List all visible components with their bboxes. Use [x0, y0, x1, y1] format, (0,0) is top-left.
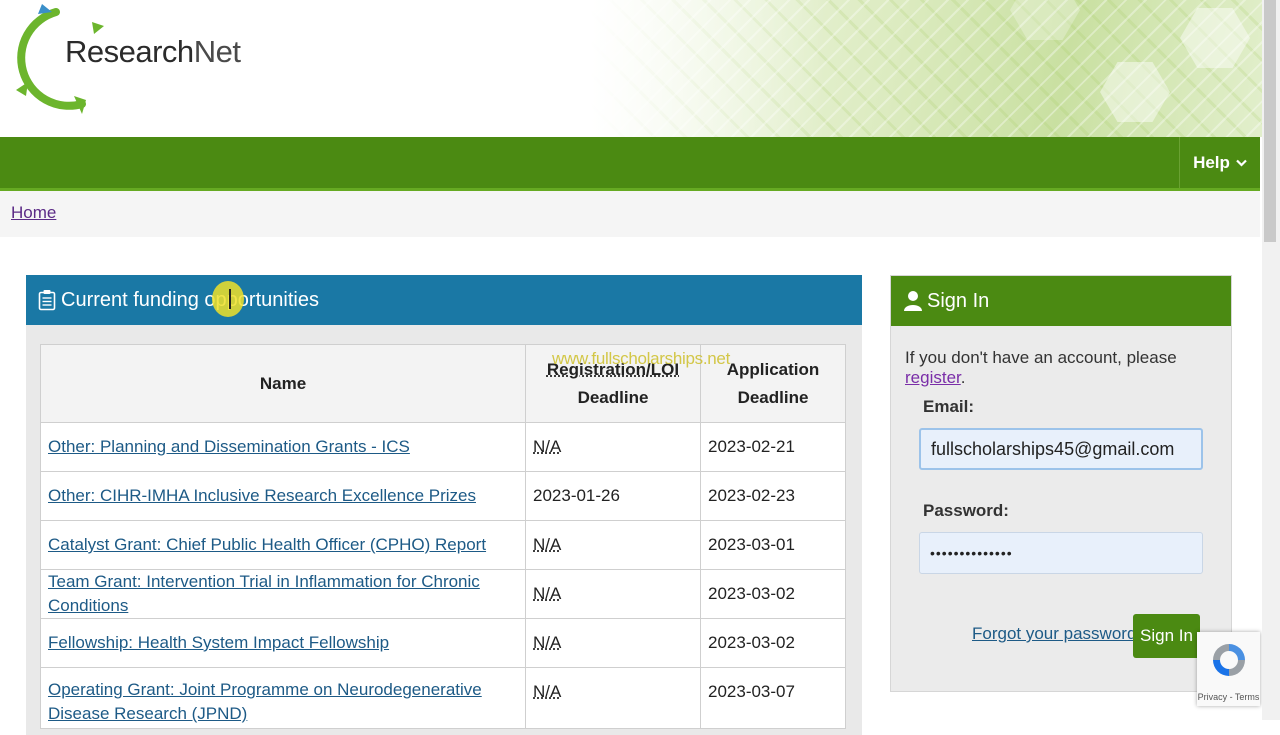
- grant-name-cell: Catalyst Grant: Chief Public Health Offi…: [40, 520, 526, 570]
- recaptcha-icon: [1213, 644, 1245, 676]
- register-link[interactable]: register: [905, 368, 961, 387]
- application-header-line2: Deadline: [737, 387, 809, 407]
- registration-deadline-cell: N/A: [525, 520, 701, 570]
- application-deadline-cell: 2023-03-07: [700, 667, 846, 729]
- password-field[interactable]: ••••••••••••••: [919, 532, 1203, 574]
- table-row: Team Grant: Intervention Trial in Inflam…: [40, 569, 846, 619]
- application-deadline-cell: 2023-02-23: [700, 471, 846, 521]
- column-header-application-deadline[interactable]: Application Deadline: [700, 344, 846, 423]
- funding-panel-header: Current funding opportunities: [26, 275, 862, 325]
- table-header-row: Name Registration/LOI Deadline Applicati…: [40, 344, 846, 423]
- funding-panel-title: Current funding opportunities: [61, 288, 319, 311]
- application-deadline-cell: 2023-03-02: [700, 618, 846, 668]
- registration-deadline: N/A: [533, 633, 562, 652]
- grant-name-cell: Fellowship: Health System Impact Fellows…: [40, 618, 526, 668]
- logo-text-research: Research: [65, 34, 194, 69]
- application-deadline-cell: 2023-03-01: [700, 520, 846, 570]
- registration-header-line2: Deadline: [577, 387, 649, 407]
- forgot-password-link[interactable]: Forgot your password?: [972, 624, 1146, 644]
- registration-header-line1: Registration/LOI: [546, 359, 680, 379]
- user-icon: [904, 291, 922, 311]
- table-row: Other: CIHR-IMHA Inclusive Research Exce…: [40, 471, 846, 521]
- grant-link[interactable]: Team Grant: Intervention Trial in Inflam…: [48, 572, 480, 615]
- grant-link[interactable]: Operating Grant: Joint Programme on Neur…: [48, 680, 482, 723]
- funding-table: Name Registration/LOI Deadline Applicati…: [40, 344, 846, 729]
- table-row: Operating Grant: Joint Programme on Neur…: [40, 667, 846, 729]
- registration-deadline-cell: N/A: [525, 667, 701, 729]
- clipboard-icon: [38, 290, 56, 311]
- header-banner-image: [590, 0, 1262, 137]
- sign-in-title: Sign In: [927, 289, 990, 312]
- grant-name-cell: Other: CIHR-IMHA Inclusive Research Exce…: [40, 471, 526, 521]
- registration-deadline: 2023-01-26: [533, 486, 620, 505]
- grant-name-cell: Operating Grant: Joint Programme on Neur…: [40, 667, 526, 729]
- application-header-line1: Application: [726, 359, 820, 379]
- sign-in-panel: Sign In If you don't have an account, pl…: [890, 275, 1232, 692]
- email-label: Email:: [923, 397, 975, 416]
- cursor-highlight: [212, 281, 244, 317]
- registration-deadline: N/A: [533, 682, 562, 701]
- main-nav-bar: Help: [0, 137, 1260, 191]
- registration-deadline: N/A: [533, 535, 562, 554]
- registration-deadline: N/A: [533, 584, 562, 603]
- password-label: Password:: [923, 501, 1009, 520]
- column-header-registration-deadline[interactable]: Registration/LOI Deadline: [525, 344, 701, 423]
- column-header-name[interactable]: Name: [40, 344, 526, 423]
- breadcrumb-home-link[interactable]: Home: [11, 203, 56, 223]
- help-menu-button[interactable]: Help: [1179, 137, 1260, 188]
- register-note-period: .: [960, 368, 966, 387]
- recaptcha-terms: Privacy - Terms: [1197, 692, 1260, 702]
- grant-link[interactable]: Other: CIHR-IMHA Inclusive Research Exce…: [48, 486, 476, 505]
- help-label: Help: [1193, 152, 1230, 172]
- application-deadline-cell: 2023-03-02: [700, 569, 846, 619]
- registration-deadline-cell: N/A: [525, 422, 701, 472]
- sign-in-button[interactable]: Sign In: [1133, 614, 1200, 658]
- grant-link[interactable]: Fellowship: Health System Impact Fellows…: [48, 633, 389, 652]
- table-row: Other: Planning and Dissemination Grants…: [40, 422, 846, 472]
- site-header: ResearchNet: [0, 0, 1262, 137]
- researchnet-logo[interactable]: ResearchNet: [12, 0, 241, 120]
- logo-text-net: Net: [193, 34, 241, 69]
- table-row: Fellowship: Health System Impact Fellows…: [40, 618, 846, 668]
- registration-deadline-cell: N/A: [525, 618, 701, 668]
- text-cursor-icon: [229, 289, 231, 309]
- chevron-down-icon: [1236, 159, 1247, 167]
- registration-deadline-cell: 2023-01-26: [525, 471, 701, 521]
- grant-name-cell: Other: Planning and Dissemination Grants…: [40, 422, 526, 472]
- application-deadline-cell: 2023-02-21: [700, 422, 846, 472]
- sign-in-header: Sign In: [891, 276, 1231, 326]
- funding-opportunities-panel: Current funding opportunities Name Regis…: [26, 275, 862, 735]
- scrollbar-thumb[interactable]: [1264, 0, 1276, 242]
- register-note-text: If you don't have an account, please: [905, 348, 1177, 367]
- recaptcha-badge[interactable]: Privacy - Terms: [1197, 632, 1260, 706]
- table-row: Catalyst Grant: Chief Public Health Offi…: [40, 520, 846, 570]
- grant-link[interactable]: Catalyst Grant: Chief Public Health Offi…: [48, 535, 486, 554]
- register-note: If you don't have an account, please reg…: [905, 348, 1231, 388]
- breadcrumb: Home: [0, 191, 1260, 237]
- email-field[interactable]: fullscholarships45@gmail.com: [919, 428, 1203, 470]
- grant-name-cell: Team Grant: Intervention Trial in Inflam…: [40, 569, 526, 619]
- registration-deadline-cell: N/A: [525, 569, 701, 619]
- logo-wordmark: ResearchNet: [65, 33, 241, 71]
- grant-link[interactable]: Other: Planning and Dissemination Grants…: [48, 437, 410, 456]
- registration-deadline: N/A: [533, 437, 562, 456]
